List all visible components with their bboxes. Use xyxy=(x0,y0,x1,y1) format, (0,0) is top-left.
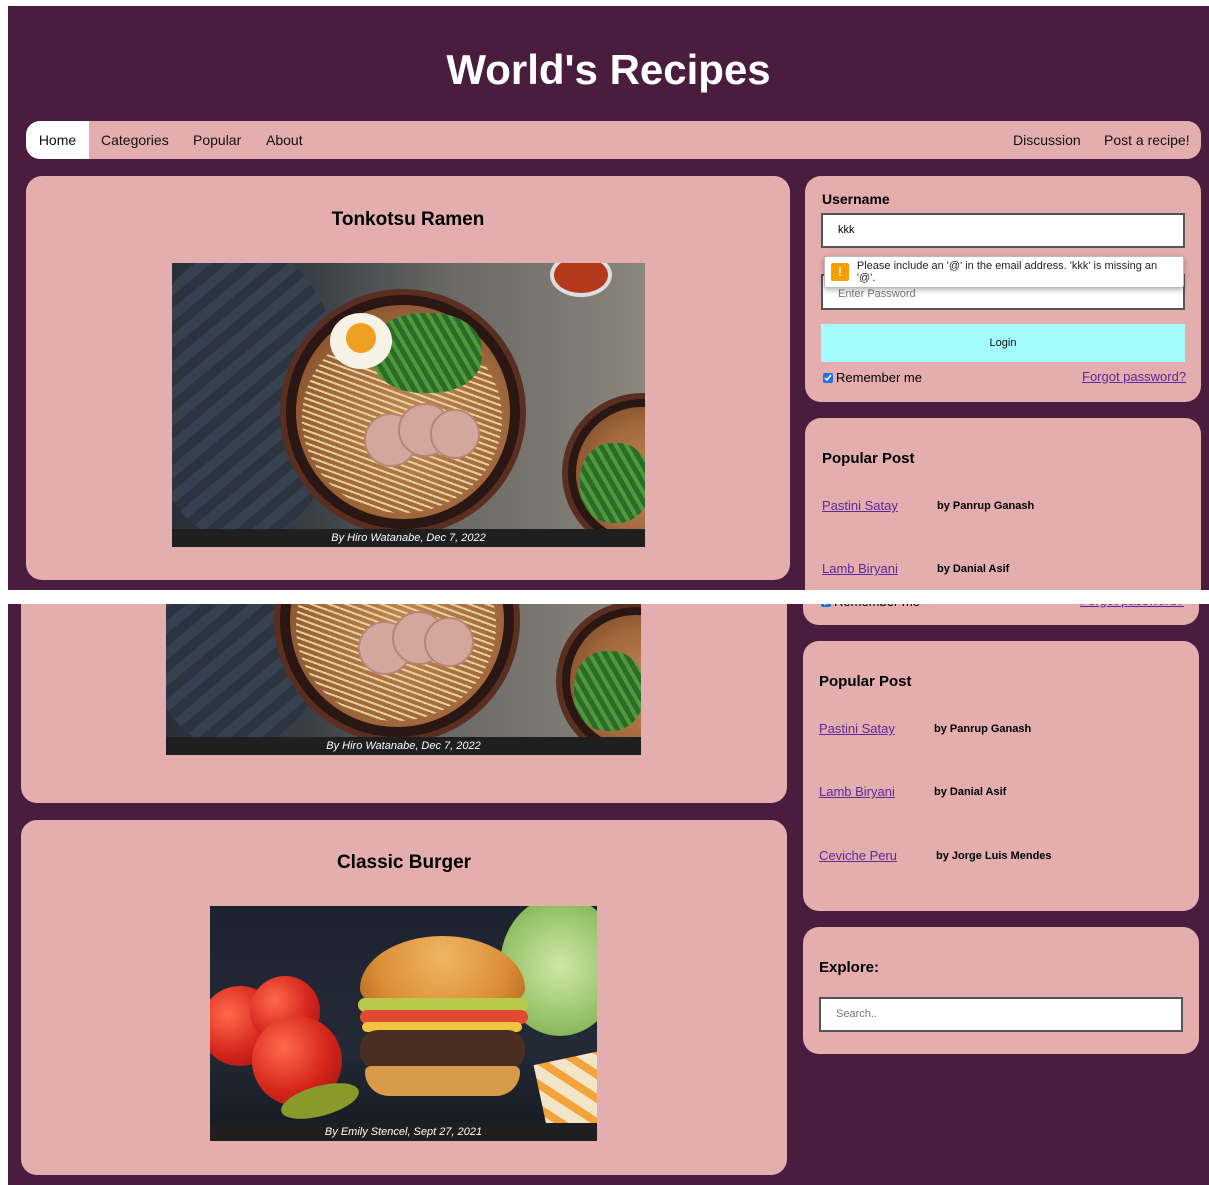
photo-caption: By Hiro Watanabe, Dec 7, 2022 xyxy=(172,529,645,547)
recipe-title: Classic Burger xyxy=(336,852,472,873)
username-input[interactable]: kkk xyxy=(821,213,1185,248)
recipe-card-burger: Classic Burger By Emily Stencel, Sept 27… xyxy=(21,820,787,1175)
recipe-title: Tonkotsu Ramen xyxy=(331,209,485,230)
login-card: Remember me Forgot password? xyxy=(803,604,1199,625)
post-link-lamb-biryani[interactable]: Lamb Biryani xyxy=(822,561,898,576)
remember-me: Remember me xyxy=(821,604,920,609)
popular-title: Popular Post xyxy=(819,673,912,690)
login-button[interactable]: Login xyxy=(821,324,1185,362)
validation-message: Please include an '@' in the email addre… xyxy=(856,260,1158,284)
popular-title: Popular Post xyxy=(822,450,915,467)
ramen-photo[interactable]: By Hiro Watanabe, Dec 7, 2022 xyxy=(166,604,641,755)
validation-tooltip: ! Please include an '@' in the email add… xyxy=(824,256,1184,288)
post-link-ceviche-peru[interactable]: Ceviche Peru xyxy=(819,848,897,863)
nav-home[interactable]: Home xyxy=(26,121,89,159)
nav-discussion[interactable]: Discussion xyxy=(1013,121,1081,159)
search-input[interactable]: Search.. xyxy=(819,997,1183,1032)
popular-post-card: Popular Post Pastini Satay by Panrup Gan… xyxy=(803,641,1199,911)
nav-about[interactable]: About xyxy=(266,121,303,159)
remember-label: Remember me xyxy=(834,604,920,609)
recipe-card-ramen: By Hiro Watanabe, Dec 7, 2022 xyxy=(21,604,787,803)
remember-me: Remember me xyxy=(823,370,922,385)
warning-icon: ! xyxy=(831,263,849,281)
forgot-password-link[interactable]: Forgot password? xyxy=(1082,369,1186,384)
ramen-photo[interactable]: By Hiro Watanabe, Dec 7, 2022 xyxy=(172,263,645,547)
post-author: by Jorge Luis Mendes xyxy=(936,850,1052,862)
remember-checkbox[interactable] xyxy=(823,372,833,383)
post-link-lamb-biryani[interactable]: Lamb Biryani xyxy=(819,784,895,799)
post-link-pastini-satay[interactable]: Pastini Satay xyxy=(822,498,898,513)
post-author: by Panrup Ganash xyxy=(934,723,1032,735)
post-author: by Danial Asif xyxy=(937,563,1010,575)
explore-title: Explore: xyxy=(819,959,880,976)
nav-categories[interactable]: Categories xyxy=(101,121,169,159)
photo-caption: By Emily Stencel, Sept 27, 2021 xyxy=(210,1123,597,1141)
forgot-password-link[interactable]: Forgot password? xyxy=(1080,604,1184,608)
post-link-pastini-satay[interactable]: Pastini Satay xyxy=(819,721,895,736)
post-author: by Panrup Ganash xyxy=(937,500,1035,512)
popular-post-card: Popular Post Pastini Satay by Panrup Gan… xyxy=(805,418,1201,590)
screenshot-top: World's Recipes Home Categories Popular … xyxy=(8,6,1209,590)
photo-caption: By Hiro Watanabe, Dec 7, 2022 xyxy=(166,737,641,755)
remember-checkbox[interactable] xyxy=(821,604,831,607)
login-card: Username kkk Enter Password Login Rememb… xyxy=(805,176,1201,402)
username-label: Username xyxy=(822,191,890,207)
screenshot-scrolled: By Hiro Watanabe, Dec 7, 2022 Classic Bu… xyxy=(8,604,1209,1185)
site-title: World's Recipes xyxy=(446,46,771,93)
nav-popular[interactable]: Popular xyxy=(193,121,241,159)
burger-photo[interactable]: By Emily Stencel, Sept 27, 2021 xyxy=(210,906,597,1141)
post-author: by Danial Asif xyxy=(934,786,1007,798)
recipe-card-ramen: Tonkotsu Ramen By Hiro Watanabe, Dec 7, … xyxy=(26,176,790,580)
remember-label: Remember me xyxy=(836,370,922,385)
nav-post-recipe[interactable]: Post a recipe! xyxy=(1104,121,1190,159)
top-nav: Home Categories Popular About Discussion… xyxy=(26,121,1201,159)
explore-card: Explore: Search.. xyxy=(803,927,1199,1054)
